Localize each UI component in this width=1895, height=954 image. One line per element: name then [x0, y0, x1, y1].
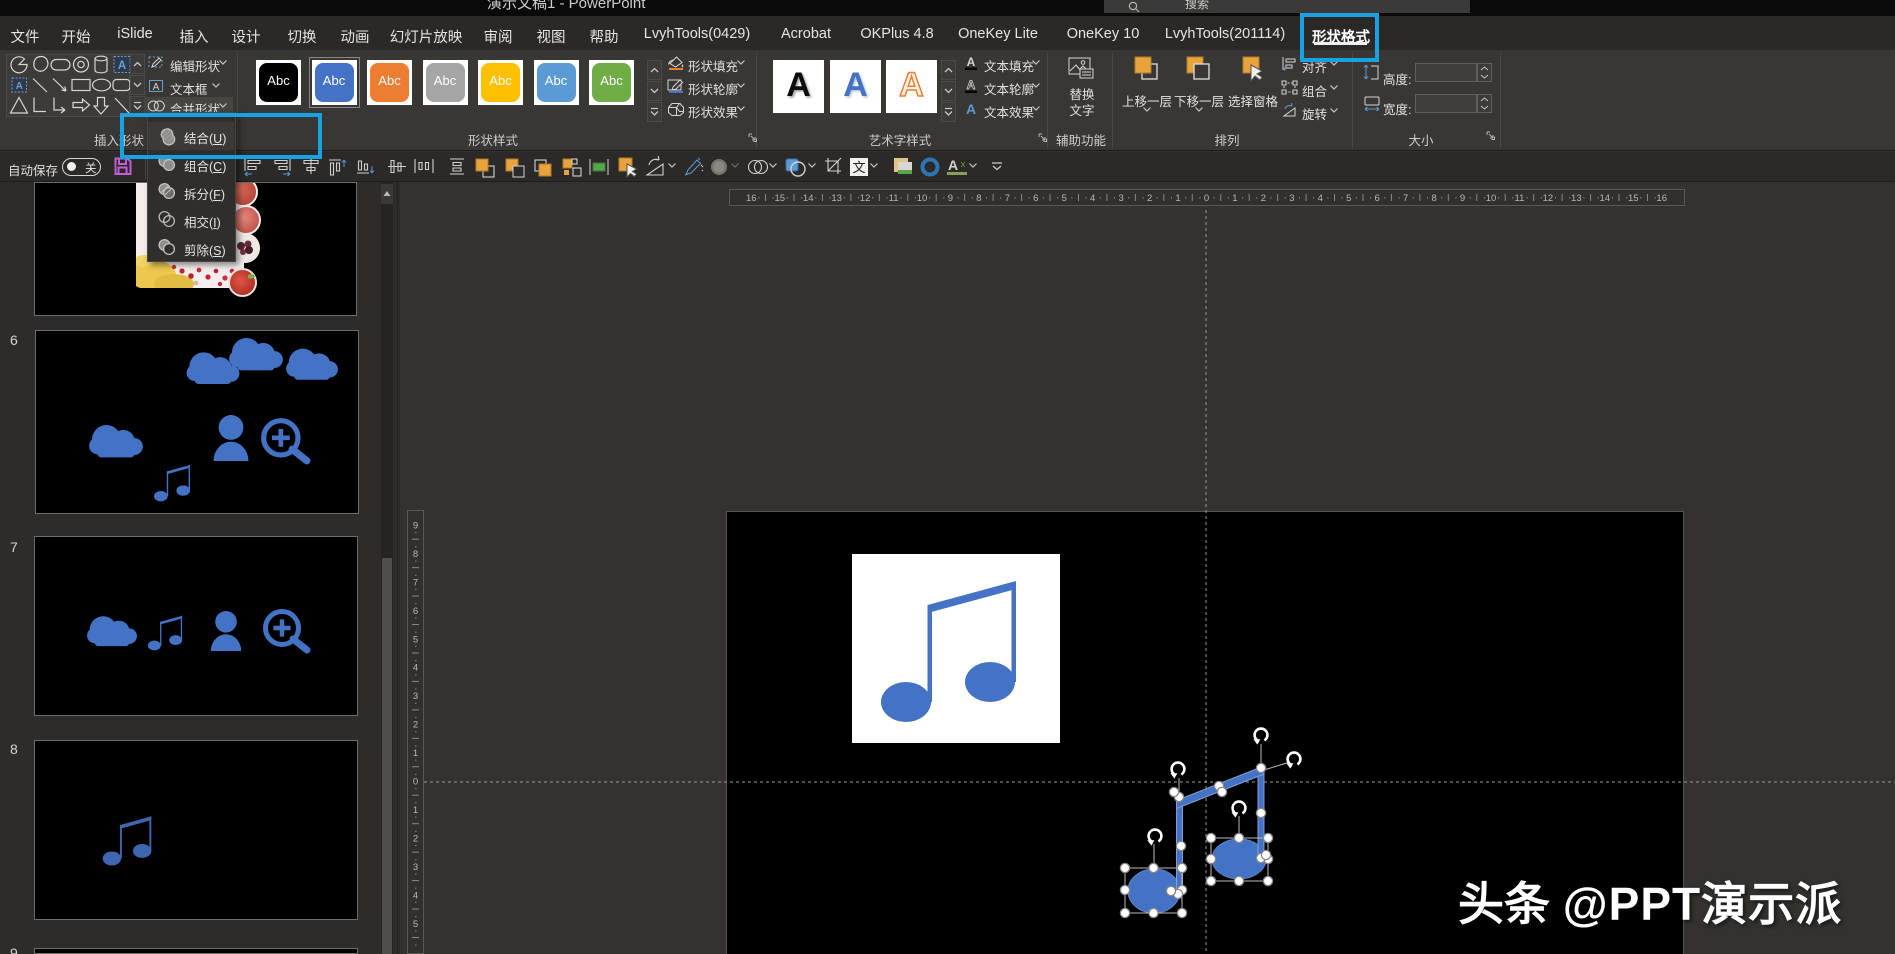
svg-text:A: A: [967, 78, 976, 92]
svg-text:A: A: [967, 55, 976, 69]
svg-text:文: 文: [852, 160, 865, 175]
svg-text:A: A: [118, 60, 126, 72]
svg-text:A: A: [153, 82, 160, 93]
svg-text:A: A: [966, 101, 976, 117]
svg-text:x: x: [961, 159, 966, 169]
svg-text:A: A: [16, 81, 23, 92]
svg-text:A: A: [948, 157, 958, 173]
